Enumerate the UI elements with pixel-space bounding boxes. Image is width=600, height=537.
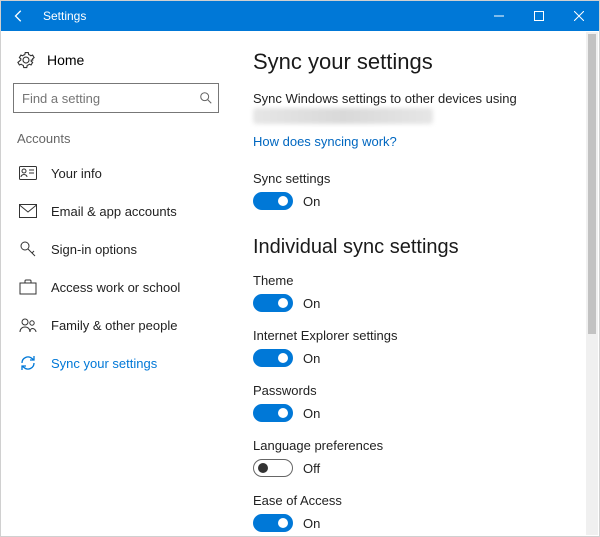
individual-state: On (303, 406, 320, 421)
settings-window: Settings Home (0, 0, 600, 537)
people-icon (19, 316, 37, 334)
scrollbar-thumb[interactable] (588, 34, 596, 334)
sync-icon (19, 354, 37, 372)
individual-label: Internet Explorer settings (253, 328, 577, 343)
individual-label: Ease of Access (253, 493, 577, 508)
account-email-redacted (253, 108, 433, 124)
key-icon (19, 240, 37, 258)
individual-list: Theme On Internet Explorer settings On Passw… (253, 273, 577, 536)
individual-toggle[interactable] (253, 349, 293, 367)
individual-row: On (253, 294, 577, 312)
gear-icon (17, 51, 35, 69)
window-title: Settings (37, 9, 479, 23)
page-heading: Sync your settings (253, 49, 577, 75)
home-label: Home (47, 52, 84, 68)
sidebar-item-label: Sync your settings (51, 356, 157, 371)
sidebar-item-your-info[interactable]: Your info (11, 154, 221, 192)
individual-row: On (253, 349, 577, 367)
sync-settings-toggle[interactable] (253, 192, 293, 210)
sidebar-item-label: Sign-in options (51, 242, 137, 257)
individual-state: Off (303, 461, 320, 476)
individual-row: On (253, 404, 577, 422)
briefcase-icon (19, 278, 37, 296)
scrollbar[interactable] (586, 32, 598, 535)
individual-label: Passwords (253, 383, 577, 398)
sidebar-item-label: Access work or school (51, 280, 180, 295)
help-link[interactable]: How does syncing work? (253, 134, 397, 149)
individual-toggle[interactable] (253, 294, 293, 312)
section-label: Accounts (11, 127, 221, 154)
minimize-icon (494, 11, 504, 21)
maximize-icon (534, 11, 544, 21)
titlebar: Settings (1, 1, 599, 31)
search-icon (199, 91, 213, 105)
sidebar-item-email[interactable]: Email & app accounts (11, 192, 221, 230)
search-wrap (13, 83, 219, 113)
individual-toggle[interactable] (253, 459, 293, 477)
main-content: Sync your settings Sync Windows settings… (231, 31, 599, 536)
sync-settings-label: Sync settings (253, 171, 577, 186)
individual-state: On (303, 296, 320, 311)
arrow-left-icon (12, 9, 26, 23)
sidebar-item-family[interactable]: Family & other people (11, 306, 221, 344)
sidebar-item-work[interactable]: Access work or school (11, 268, 221, 306)
sidebar-item-signin[interactable]: Sign-in options (11, 230, 221, 268)
mail-icon (19, 202, 37, 220)
search-input[interactable] (13, 83, 219, 113)
sync-description: Sync Windows settings to other devices u… (253, 91, 577, 106)
app-body: Home Accounts Your info Email & app acco… (1, 31, 599, 536)
sidebar: Home Accounts Your info Email & app acco… (1, 31, 231, 536)
individual-toggle[interactable] (253, 404, 293, 422)
individual-label: Theme (253, 273, 577, 288)
window-controls (479, 1, 599, 31)
individual-state: On (303, 351, 320, 366)
close-button[interactable] (559, 1, 599, 31)
sync-settings-state: On (303, 194, 320, 209)
individual-toggle[interactable] (253, 514, 293, 532)
maximize-button[interactable] (519, 1, 559, 31)
sidebar-item-label: Email & app accounts (51, 204, 177, 219)
minimize-button[interactable] (479, 1, 519, 31)
home-button[interactable]: Home (11, 45, 221, 79)
individual-heading: Individual sync settings (253, 236, 577, 259)
individual-row: On (253, 514, 577, 532)
sync-settings-row: On (253, 192, 577, 210)
back-button[interactable] (1, 1, 37, 31)
individual-label: Language preferences (253, 438, 577, 453)
sidebar-item-label: Family & other people (51, 318, 177, 333)
individual-state: On (303, 516, 320, 531)
person-card-icon (19, 164, 37, 182)
individual-row: Off (253, 459, 577, 477)
sidebar-item-sync[interactable]: Sync your settings (11, 344, 221, 382)
sidebar-item-label: Your info (51, 166, 102, 181)
close-icon (574, 11, 584, 21)
